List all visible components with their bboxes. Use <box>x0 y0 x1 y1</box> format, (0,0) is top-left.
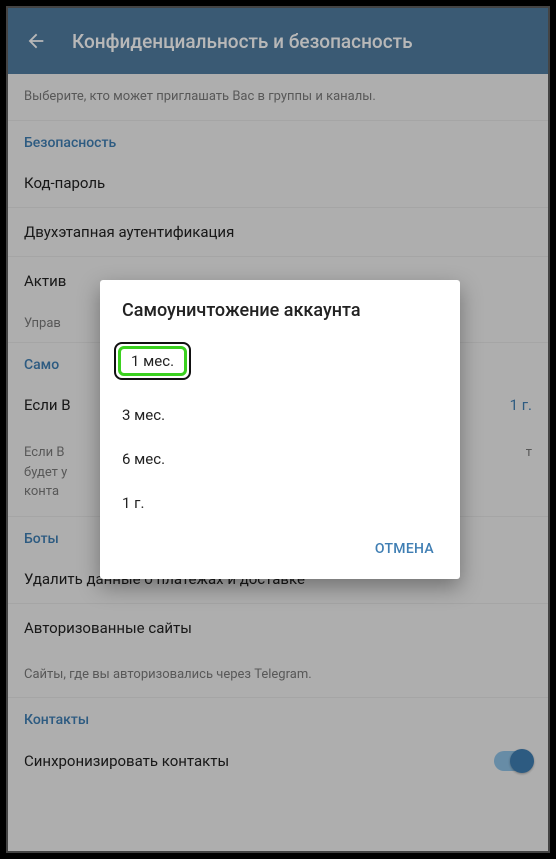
dialog-option-1-year[interactable]: 1 г. <box>100 481 460 525</box>
dialog-title: Самоуничтожение аккаунта <box>100 300 460 329</box>
selection-highlight: 1 мес. <box>114 342 191 380</box>
dialog-option-3-months[interactable]: 3 мес. <box>100 393 460 437</box>
dialog-actions: ОТМЕНА <box>100 525 460 571</box>
dialog-option-6-months[interactable]: 6 мес. <box>100 437 460 481</box>
self-destruct-dialog: Самоуничтожение аккаунта 1 мес. 3 мес. 6… <box>100 280 460 579</box>
cancel-button[interactable]: ОТМЕНА <box>363 533 446 565</box>
dialog-option-1-month[interactable]: 1 мес. <box>100 329 460 393</box>
privacy-settings-screen: Конфиденциальность и безопасность Выбери… <box>6 6 550 853</box>
